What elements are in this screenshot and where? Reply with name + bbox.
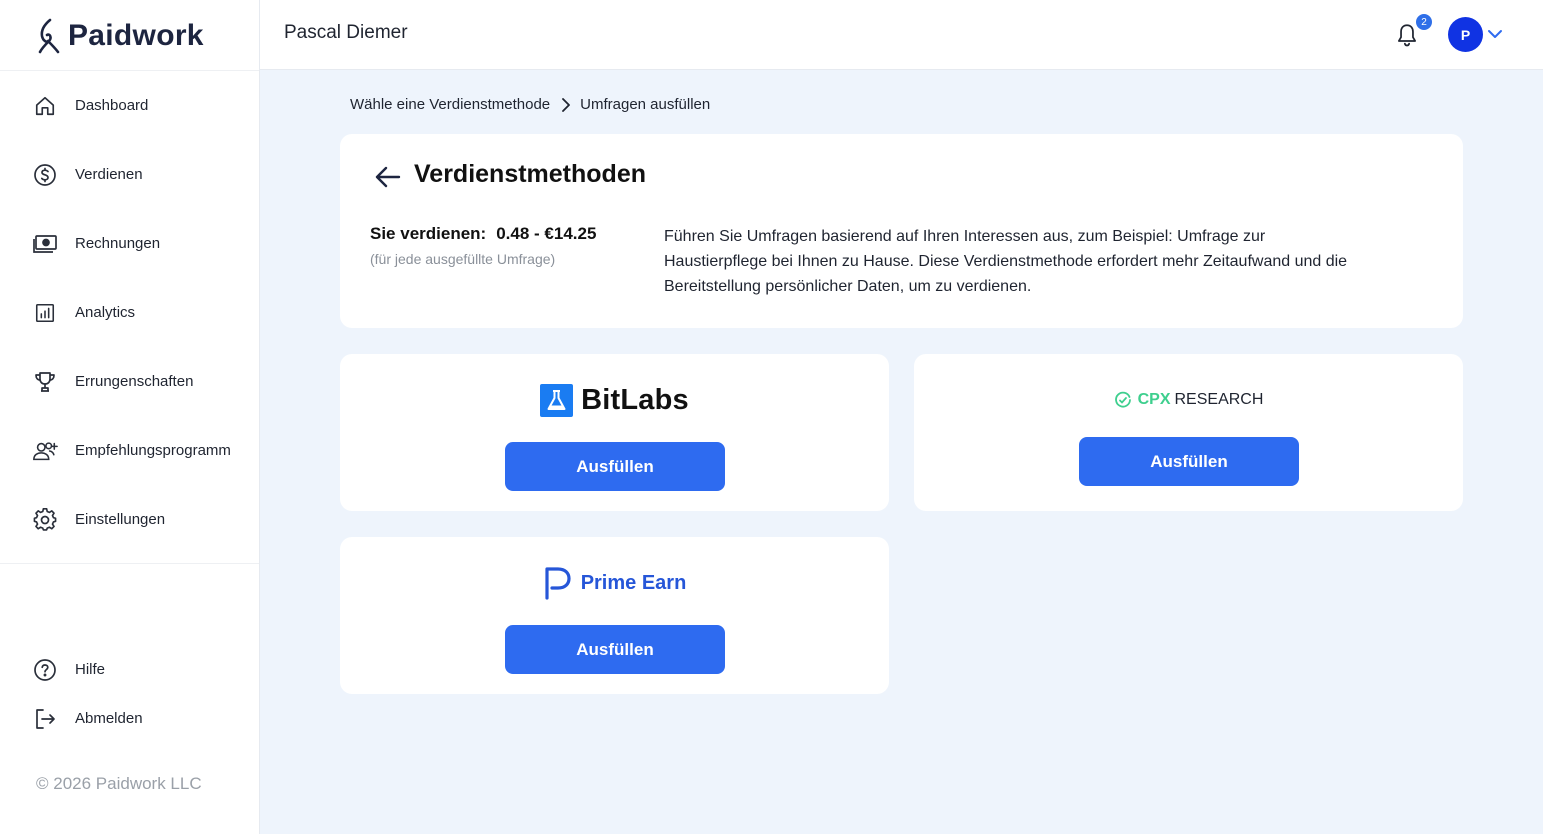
sidebar-item-hilfe[interactable]: Hilfe xyxy=(0,645,259,694)
earnings-subtext: (für jede ausgefüllte Umfrage) xyxy=(370,251,556,267)
gear-icon xyxy=(32,507,58,533)
sidebar-item-label: Verdienen xyxy=(75,166,143,183)
breadcrumb-item-methods[interactable]: Wähle eine Verdienstmethode xyxy=(350,96,550,113)
earnings-label: Sie verdienen: xyxy=(370,224,487,243)
sidebar: Paidwork Dashboard Verdienen Rechnungen xyxy=(0,0,260,834)
paidwork-logo-icon xyxy=(38,18,60,54)
prime-earn-logo-icon xyxy=(545,567,571,600)
fill-button-bitlabs[interactable]: Ausfüllen xyxy=(505,442,725,491)
flask-icon xyxy=(540,383,574,417)
chevron-down-icon[interactable] xyxy=(1487,26,1503,42)
logout-icon xyxy=(32,706,58,732)
sidebar-item-empfehlungsprogramm[interactable]: Empfehlungsprogramm xyxy=(0,416,259,485)
sidebar-item-einstellungen[interactable]: Einstellungen xyxy=(0,485,259,554)
provider-name-secondary: RESEARCH xyxy=(1174,391,1264,408)
back-arrow-icon[interactable] xyxy=(374,164,402,190)
notification-badge: 2 xyxy=(1416,14,1432,30)
money-icon xyxy=(32,231,58,257)
cpx-research-logo: CPX RESEARCH xyxy=(914,388,1463,412)
sidebar-item-errungenschaften[interactable]: Errungenschaften xyxy=(0,347,259,416)
sidebar-item-label: Abmelden xyxy=(75,710,143,727)
cpx-logo-icon xyxy=(1114,391,1131,408)
sidebar-item-rechnungen[interactable]: Rechnungen xyxy=(0,209,259,278)
help-icon xyxy=(32,657,58,683)
bitlabs-logo: BitLabs xyxy=(340,383,889,417)
provider-card-cpx-research: CPX RESEARCH Ausfüllen xyxy=(914,354,1463,511)
provider-name: Prime Earn xyxy=(580,571,687,594)
provider-card-prime-earn: Prime Earn Ausfüllen xyxy=(340,537,889,694)
logo[interactable]: Paidwork xyxy=(36,16,204,56)
chevron-right-icon xyxy=(561,97,571,112)
sidebar-item-analytics[interactable]: Analytics xyxy=(0,278,259,347)
avatar[interactable]: P xyxy=(1448,17,1483,52)
sidebar-item-abmelden[interactable]: Abmelden xyxy=(0,694,259,743)
fill-button-prime-earn[interactable]: Ausfüllen xyxy=(505,625,725,674)
earnings-range: Sie verdienen: 0.48 - €14.25 xyxy=(370,224,596,244)
user-add-icon xyxy=(32,438,58,464)
user-name: Pascal Diemer xyxy=(284,22,408,43)
provider-name: BitLabs xyxy=(581,383,689,416)
sidebar-item-dashboard[interactable]: Dashboard xyxy=(0,71,259,140)
prime-earn-logo: Prime Earn xyxy=(340,565,889,601)
trophy-icon xyxy=(32,369,58,395)
earning-methods-card: Verdienstmethoden Sie verdienen: 0.48 - €… xyxy=(340,134,1463,328)
method-description: Führen Sie Umfragen basierend auf Ihren … xyxy=(664,228,1348,295)
page-title: Verdienstmethoden xyxy=(414,160,646,188)
breadcrumb-item-current: Umfragen ausfüllen xyxy=(580,96,711,113)
sidebar-item-label: Rechnungen xyxy=(75,235,161,252)
logo-text: Paidwork xyxy=(68,19,204,52)
sidebar-item-label: Errungenschaften xyxy=(75,373,194,390)
sidebar-nav: Dashboard Verdienen Rechnungen Analytics… xyxy=(0,71,259,554)
sidebar-item-label: Empfehlungsprogramm xyxy=(75,442,231,459)
chart-icon xyxy=(32,300,58,326)
breadcrumb: Wähle eine Verdienstmethode Umfragen aus… xyxy=(350,96,710,113)
copyright: © 2026 Paidwork LLC xyxy=(36,774,202,793)
dollar-icon xyxy=(32,162,58,188)
home-icon xyxy=(32,93,58,119)
provider-card-bitlabs: BitLabs Ausfüllen xyxy=(340,354,889,511)
sidebar-item-verdienen[interactable]: Verdienen xyxy=(0,140,259,209)
sidebar-item-label: Hilfe xyxy=(75,661,106,678)
fill-button-cpx-research[interactable]: Ausfüllen xyxy=(1079,437,1299,486)
divider xyxy=(0,563,259,564)
provider-name-primary: CPX xyxy=(1137,391,1171,408)
top-header: Pascal Diemer 2 P xyxy=(260,0,1543,70)
sidebar-item-label: Einstellungen xyxy=(75,511,166,528)
sidebar-bottom-nav: Hilfe Abmelden xyxy=(0,645,259,743)
sidebar-item-label: Analytics xyxy=(75,304,136,321)
earnings-value: 0.48 - €14.25 xyxy=(496,224,597,243)
sidebar-item-label: Dashboard xyxy=(75,97,149,114)
